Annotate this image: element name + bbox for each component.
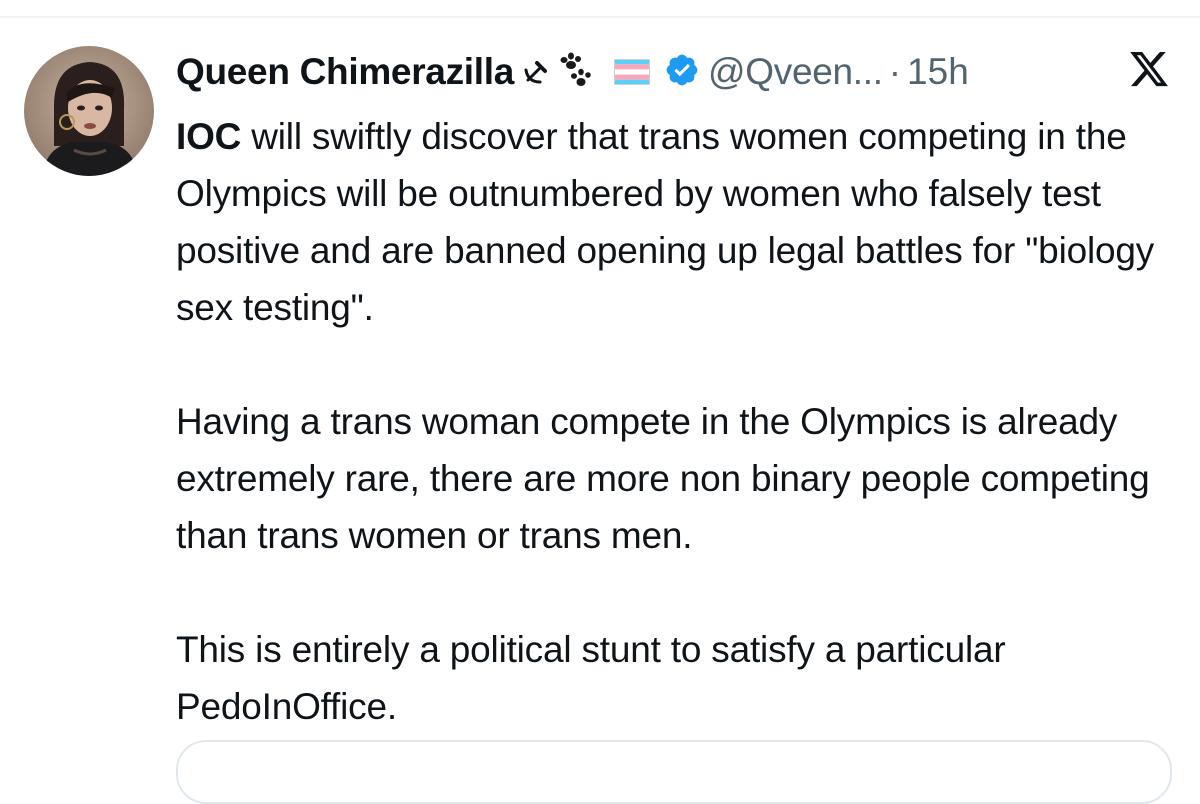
tweet-paragraph-1: IOC will swiftly discover that trans wom… [176, 108, 1186, 336]
x-logo-icon[interactable] [1128, 48, 1170, 90]
avatar-image [24, 46, 154, 176]
name-emojis [522, 50, 650, 94]
tweet-header: Queen Chimerazilla @Qveen... · 15h [176, 44, 1186, 100]
tweet-paragraph-2: Having a trans woman compete in the Olym… [176, 401, 1150, 556]
verified-badge-icon [664, 52, 700, 93]
tweet-paragraph-3: This is entirely a political stunt to sa… [176, 629, 1006, 727]
transgender-flag-icon [614, 59, 650, 85]
paragraph-1-text: will swiftly discover that trans women c… [176, 116, 1155, 328]
tweet-text: IOC will swiftly discover that trans wom… [176, 108, 1186, 735]
mention-ioc[interactable]: IOC [176, 116, 241, 157]
timestamp[interactable]: 15h [907, 51, 969, 93]
top-divider [0, 16, 1200, 18]
display-name[interactable]: Queen Chimerazilla [176, 51, 514, 93]
paw-prints-icon [552, 50, 596, 94]
author-handle[interactable]: @Qveen... [708, 51, 883, 93]
separator-dot: · [888, 51, 902, 92]
quoted-tweet-card[interactable] [176, 740, 1172, 804]
avatar[interactable] [24, 46, 154, 176]
hammer-sickle-icon [522, 58, 550, 86]
